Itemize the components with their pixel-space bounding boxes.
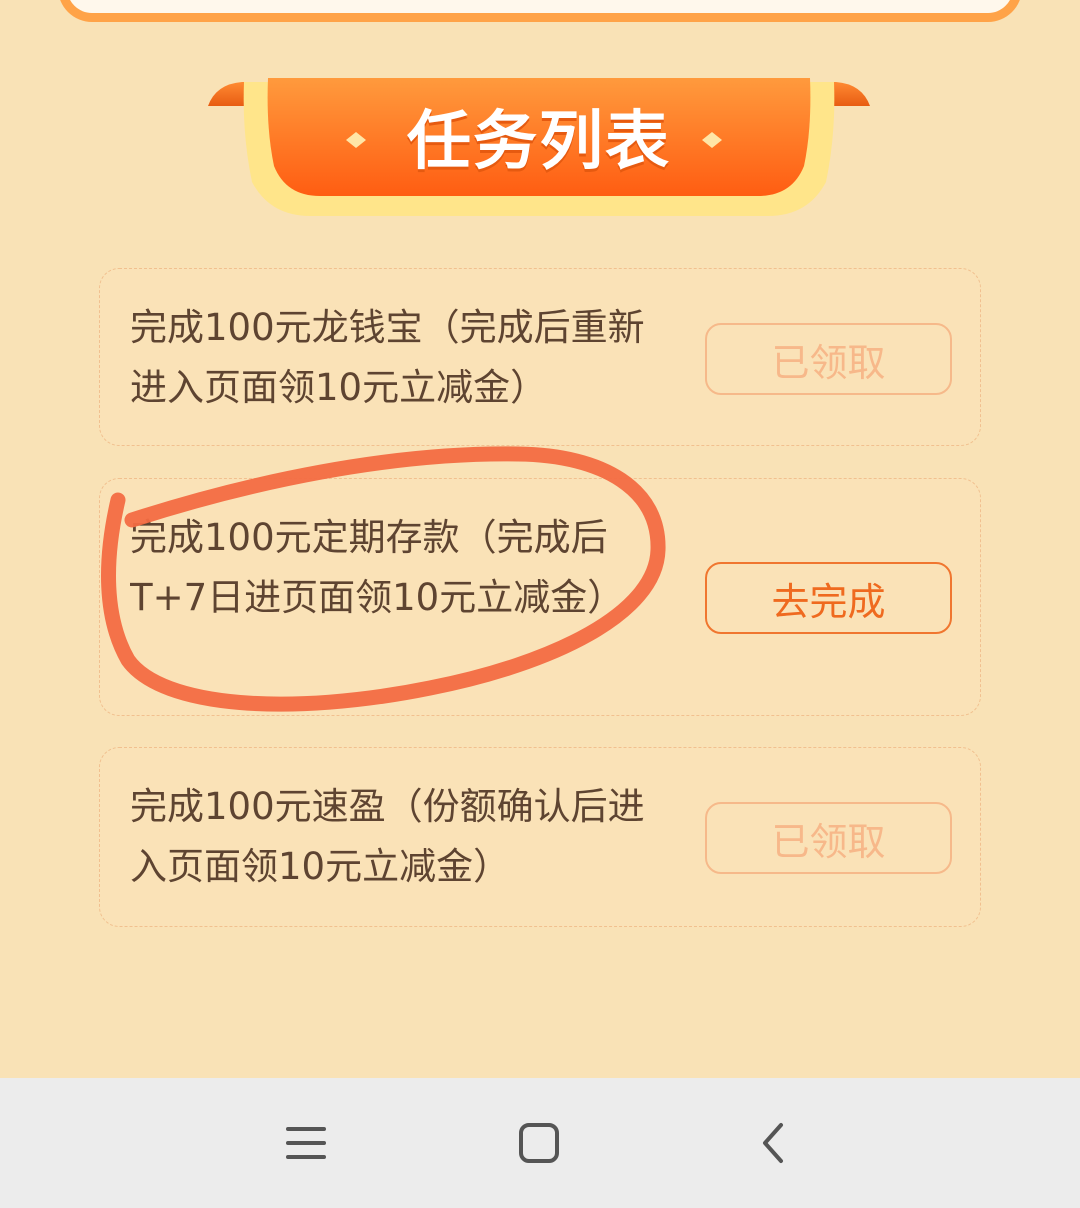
task-description: 完成100元定期存款（完成后T+7日进页面领10元立减金） bbox=[130, 516, 625, 619]
task-description: 完成100元龙钱宝（完成后重新进入页面领10元立减金） bbox=[130, 306, 645, 409]
home-icon[interactable] bbox=[499, 1108, 579, 1178]
task-description: 完成100元速盈（份额确认后进入页面领10元立减金） bbox=[130, 785, 645, 888]
banner-title: 任务列表 bbox=[407, 105, 671, 179]
task-card: 完成100元速盈（份额确认后进入页面领10元立减金） 已领取 bbox=[99, 747, 981, 927]
task-card: 完成100元定期存款（完成后T+7日进页面领10元立减金） 去完成 bbox=[99, 478, 981, 716]
claimed-button[interactable]: 已领取 bbox=[705, 802, 952, 874]
go-complete-button[interactable]: 去完成 bbox=[705, 562, 952, 634]
menu-icon[interactable] bbox=[266, 1108, 346, 1178]
back-icon[interactable] bbox=[733, 1108, 813, 1178]
task-list-banner: 任务列表 bbox=[208, 78, 870, 228]
task-card: 完成100元龙钱宝（完成后重新进入页面领10元立减金） 已领取 bbox=[99, 268, 981, 446]
claimed-button[interactable]: 已领取 bbox=[705, 323, 952, 395]
top-card bbox=[58, 0, 1022, 22]
system-navigation-bar bbox=[0, 1078, 1080, 1208]
